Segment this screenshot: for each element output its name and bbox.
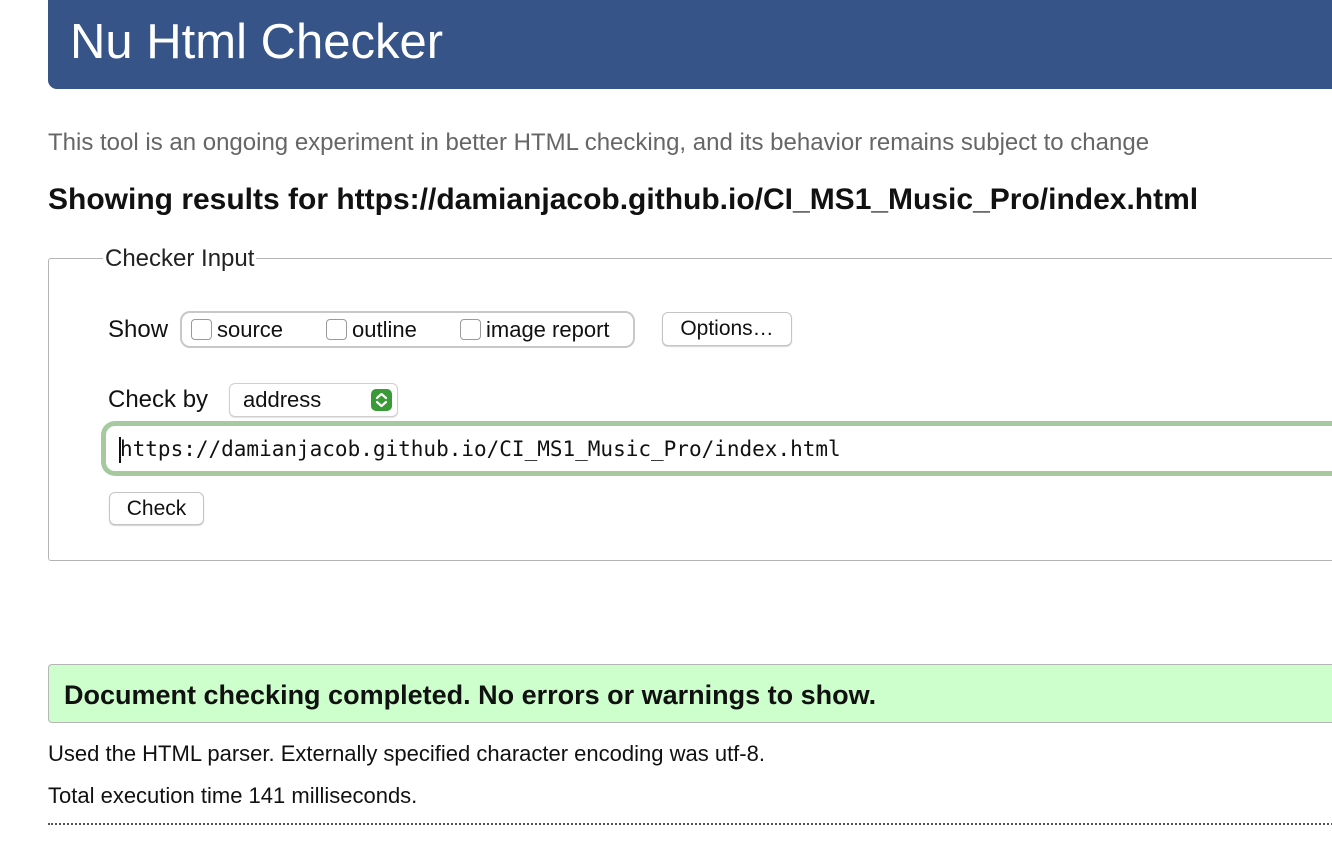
text-caret: [119, 437, 121, 463]
select-arrows-icon: [371, 389, 392, 411]
image-report-checkbox[interactable]: [460, 319, 481, 340]
options-button[interactable]: Options…: [662, 312, 792, 346]
image-report-checkbox-label[interactable]: image report: [486, 317, 610, 343]
tool-disclaimer: This tool is an ongoing experiment in be…: [48, 129, 1150, 156]
check-by-selected-value: address: [243, 387, 322, 412]
show-label: Show: [108, 316, 169, 343]
checker-input-legend: Checker Input: [103, 245, 257, 273]
success-message-box: Document checking completed. No errors o…: [48, 664, 1332, 723]
show-options-group: source outline image report: [180, 311, 635, 348]
url-input-value[interactable]: https://damianjacob.github.io/CI_MS1_Mus…: [120, 436, 841, 462]
source-checkbox[interactable]: [191, 319, 212, 340]
outline-checkbox[interactable]: [326, 319, 347, 340]
dotted-divider: [48, 823, 1332, 825]
check-button[interactable]: Check: [109, 492, 204, 525]
url-input[interactable]: https://damianjacob.github.io/CI_MS1_Mus…: [101, 421, 1332, 476]
results-heading: Showing results for https://damianjacob.…: [48, 183, 1199, 216]
parser-info: Used the HTML parser. Externally specifi…: [48, 741, 765, 766]
page-title: Nu Html Checker: [70, 15, 444, 69]
success-message: Document checking completed. No errors o…: [64, 680, 877, 710]
execution-time: Total execution time 141 milliseconds.: [48, 783, 418, 808]
check-by-label: Check by: [108, 386, 209, 413]
outline-checkbox-label[interactable]: outline: [352, 317, 417, 343]
page-header: Nu Html Checker: [48, 0, 1332, 89]
check-by-select[interactable]: address: [229, 383, 398, 417]
nu-html-checker-page: Nu Html Checker This tool is an ongoing …: [0, 0, 1332, 866]
source-checkbox-label[interactable]: source: [217, 317, 283, 343]
